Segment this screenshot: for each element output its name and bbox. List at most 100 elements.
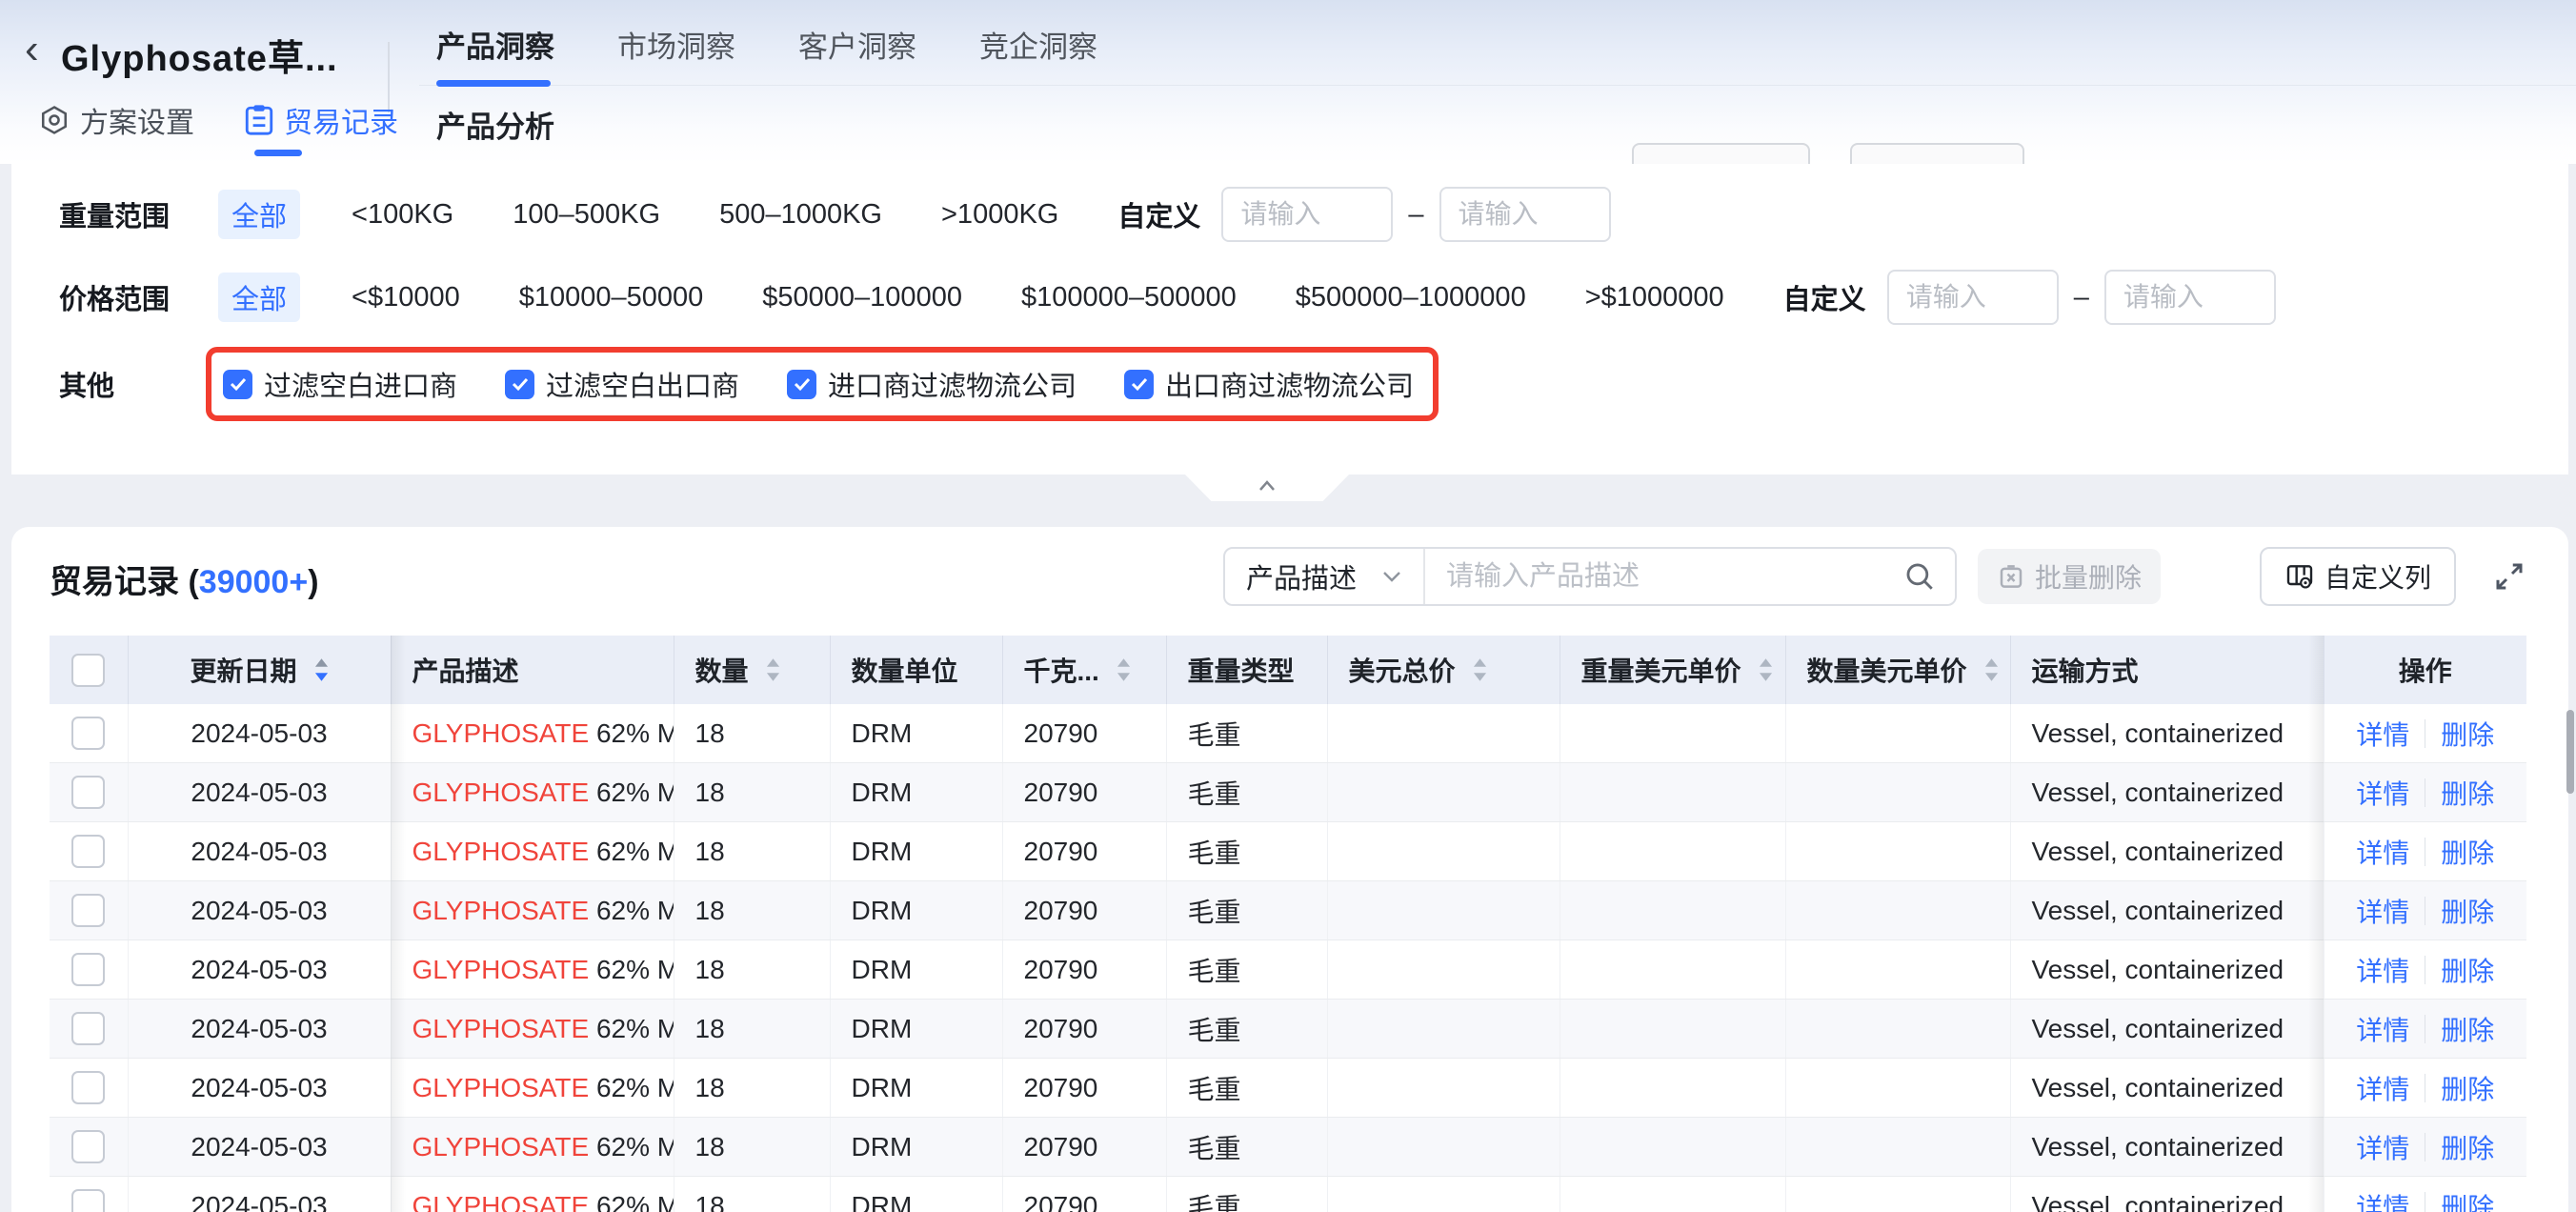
app-header: ‹ Glyphosate草... 产品洞察市场洞察客户洞察竞企洞察 方案设置 贸… [0, 0, 2576, 164]
column-label: 操作 [2399, 651, 2452, 689]
cell-usd-per-weight [1560, 1118, 1785, 1177]
delete-link[interactable]: 删除 [2441, 1069, 2494, 1107]
row-checkbox[interactable] [71, 1071, 105, 1104]
detail-link[interactable]: 详情 [2356, 715, 2409, 753]
cell-usd-total [1327, 822, 1560, 881]
cell-kg: 20790 [1002, 822, 1166, 881]
delete-link[interactable]: 删除 [2441, 951, 2494, 989]
weight-option-4[interactable]: >1000KG [941, 199, 1058, 231]
price-option-1[interactable]: <$10000 [352, 282, 460, 313]
cell-usd-total [1327, 940, 1560, 1000]
detail-link[interactable]: 详情 [2356, 833, 2409, 871]
weight-option-1[interactable]: <100KG [352, 199, 453, 231]
detail-link[interactable]: 详情 [2356, 892, 2409, 930]
weight-max-input[interactable] [1439, 187, 1611, 242]
row-checkbox[interactable] [71, 717, 105, 750]
row-checkbox[interactable] [71, 953, 105, 986]
delete-link[interactable]: 删除 [2441, 1128, 2494, 1166]
cell-weight-type: 毛重 [1166, 1177, 1327, 1212]
table-row: 2024-05-03GLYPHOSATE 62% MUP – I...18DRM… [50, 763, 2526, 822]
row-checkbox[interactable] [71, 835, 105, 868]
cell-qty-unit: DRM [830, 1118, 1002, 1177]
nav-tab-3[interactable]: 客户洞察 [798, 23, 916, 66]
row-checkbox[interactable] [71, 894, 105, 927]
subtab-trade-records[interactable]: 贸易记录 [244, 99, 398, 141]
detail-link[interactable]: 详情 [2356, 1187, 2409, 1212]
sort-icon[interactable] [766, 657, 780, 682]
fullscreen-icon [2492, 559, 2526, 594]
sort-icon[interactable] [1984, 657, 1999, 682]
cell-weight-type: 毛重 [1166, 763, 1327, 822]
sort-icon[interactable] [1473, 657, 1487, 682]
search-field-select[interactable]: 产品描述 [1225, 549, 1425, 604]
tab-product-analysis[interactable]: 产品分析 [436, 103, 554, 146]
sort-icon[interactable] [1117, 657, 1131, 682]
column-header-3[interactable]: 数量 [674, 636, 830, 704]
price-option-5[interactable]: $500000–1000000 [1296, 282, 1526, 313]
weight-option-3[interactable]: 500–1000KG [719, 199, 882, 231]
weight-option-2[interactable]: 100–500KG [513, 199, 660, 231]
row-checkbox[interactable] [71, 1130, 105, 1163]
table-row: 2024-05-03GLYPHOSATE 62% MUP – I...18DRM… [50, 704, 2526, 763]
cell-qty: 18 [674, 822, 830, 881]
nav-hairline [419, 85, 2576, 86]
detail-link[interactable]: 详情 [2356, 1069, 2409, 1107]
checkbox-label: 出口商过滤物流公司 [1165, 364, 1414, 404]
cell-qty: 18 [674, 881, 830, 940]
weight-option-all[interactable]: 全部 [218, 190, 300, 239]
column-header-9[interactable]: 数量美元单价 [1785, 636, 2010, 704]
checkbox-label: 过滤空白进口商 [264, 364, 457, 404]
subtab-plan-settings[interactable]: 方案设置 [38, 99, 194, 141]
other-checkbox-1[interactable]: 过滤空白进口商 [223, 364, 457, 404]
search-input[interactable] [1425, 561, 1903, 593]
search-button[interactable] [1903, 560, 1955, 593]
price-min-input[interactable] [1887, 270, 2059, 325]
column-header-7[interactable]: 美元总价 [1327, 636, 1560, 704]
column-header-8[interactable]: 重量美元单价 [1560, 636, 1785, 704]
price-option-all[interactable]: 全部 [218, 273, 300, 322]
cell-kg: 20790 [1002, 940, 1166, 1000]
custom-columns-button[interactable]: 自定义列 [2260, 547, 2456, 606]
price-option-4[interactable]: $100000–500000 [1021, 282, 1237, 313]
delete-link[interactable]: 删除 [2441, 833, 2494, 871]
sort-icon[interactable] [1759, 657, 1773, 682]
clipboard-icon [244, 104, 274, 136]
delete-link[interactable]: 删除 [2441, 774, 2494, 812]
row-checkbox[interactable] [71, 1189, 105, 1212]
price-max-input[interactable] [2104, 270, 2276, 325]
nav-tab-4[interactable]: 竞企洞察 [979, 23, 1097, 66]
delete-link[interactable]: 删除 [2441, 715, 2494, 753]
detail-link[interactable]: 详情 [2356, 1128, 2409, 1166]
vertical-scrollbar-thumb[interactable] [2566, 710, 2574, 794]
weight-range-row: 重量范围 全部 <100KG100–500KG500–1000KG>1000KG… [59, 186, 2540, 243]
batch-delete-button[interactable]: 批量删除 [1978, 549, 2161, 604]
cell-actions: 详情删除 [2324, 940, 2526, 1000]
price-option-3[interactable]: $50000–100000 [762, 282, 962, 313]
fullscreen-button[interactable] [2492, 559, 2526, 594]
row-checkbox[interactable] [71, 776, 105, 809]
weight-min-input[interactable] [1221, 187, 1393, 242]
table-row: 2024-05-03GLYPHOSATE 62% MUP – I...18DRM… [50, 1177, 2526, 1212]
detail-link[interactable]: 详情 [2356, 774, 2409, 812]
column-header-5[interactable]: 千克... [1002, 636, 1166, 704]
delete-link[interactable]: 删除 [2441, 1187, 2494, 1212]
other-checkbox-4[interactable]: 出口商过滤物流公司 [1124, 364, 1414, 404]
column-header-1[interactable]: 更新日期 [128, 636, 391, 704]
other-checkbox-2[interactable]: 过滤空白出口商 [505, 364, 739, 404]
select-all-checkbox[interactable] [71, 654, 105, 687]
nav-tab-1[interactable]: 产品洞察 [436, 23, 554, 66]
sort-icon[interactable] [314, 657, 329, 682]
back-chevron-icon[interactable]: ‹ [25, 29, 39, 71]
detail-link[interactable]: 详情 [2356, 951, 2409, 989]
table-body: 2024-05-03GLYPHOSATE 62% MUP – I...18DRM… [50, 704, 2526, 1212]
price-option-6[interactable]: >$1000000 [1585, 282, 1724, 313]
delete-link[interactable]: 删除 [2441, 892, 2494, 930]
delete-link[interactable]: 删除 [2441, 1010, 2494, 1048]
other-checkbox-3[interactable]: 进口商过滤物流公司 [787, 364, 1077, 404]
collapse-filters-tab[interactable] [1185, 475, 1349, 501]
nav-tab-2[interactable]: 市场洞察 [617, 23, 735, 66]
row-checkbox[interactable] [71, 1012, 105, 1045]
highlighted-keyword: GLYPHOSATE [413, 1014, 590, 1043]
price-option-2[interactable]: $10000–50000 [519, 282, 704, 313]
detail-link[interactable]: 详情 [2356, 1010, 2409, 1048]
